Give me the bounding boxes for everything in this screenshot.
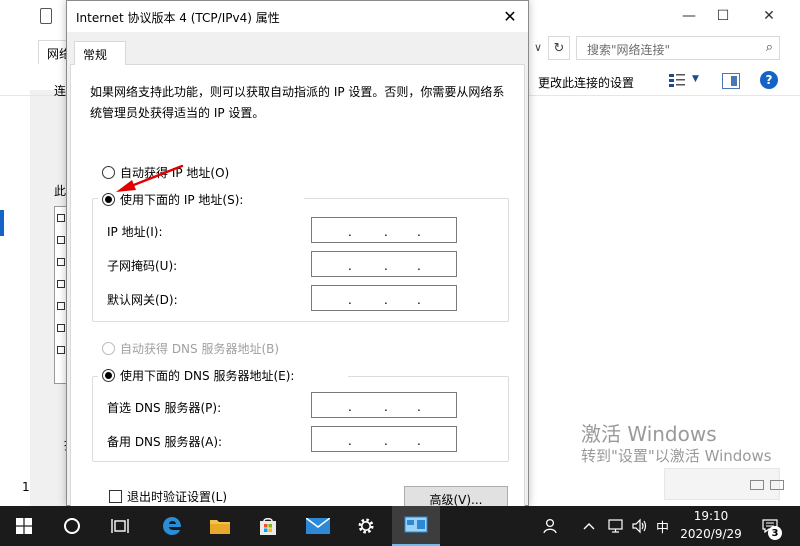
clock-time[interactable]: 19:10 <box>676 509 746 523</box>
left-label-2: 此 <box>54 184 67 198</box>
edge-icon <box>163 517 181 535</box>
alternate-dns-label: 备用 DNS 服务器(A): <box>107 435 223 449</box>
ime-indicator[interactable]: 中 <box>656 517 669 536</box>
tab-general[interactable]: 常规 <box>74 41 126 65</box>
refresh-button[interactable]: ↻ <box>548 36 570 60</box>
clock-date[interactable]: 2020/9/29 <box>676 527 746 541</box>
dns-manual-radio[interactable] <box>102 369 115 382</box>
file-explorer-taskbar-button[interactable] <box>196 506 244 546</box>
folder-icon <box>210 520 230 534</box>
accent-edge <box>0 210 4 236</box>
help-icon[interactable]: ? <box>760 71 778 89</box>
ipv4-properties-dialog: Internet 协议版本 4 (TCP/IPv4) 属性 ✕ 常规 如果网络支… <box>66 0 529 512</box>
gear-icon <box>358 518 374 534</box>
task-view-icon <box>111 519 129 533</box>
search-placeholder: 搜索"网络连接" <box>587 43 671 57</box>
task-view-button[interactable] <box>96 506 144 546</box>
close-button[interactable]: ✕ <box>746 0 792 32</box>
dns-manual-label[interactable]: 使用下面的 DNS 服务器地址(E): <box>120 367 294 384</box>
default-gateway-label: 默认网关(D): <box>107 293 178 307</box>
description-text: 如果网络支持此功能，则可以获取自动指派的 IP 设置。否则，你需要从网络系统管理… <box>90 85 505 120</box>
maximize-button[interactable]: ☐ <box>700 0 746 32</box>
search-taskbar-button[interactable] <box>48 506 96 546</box>
ip-address-field[interactable]: ... <box>311 217 457 243</box>
search-icon: ⌕ <box>765 40 773 55</box>
edge-taskbar-button[interactable] <box>148 506 196 546</box>
dialog-title: Internet 协议版本 4 (TCP/IPv4) 属性 <box>76 11 280 25</box>
volume-icon[interactable] <box>628 506 652 546</box>
general-tab-panel: 如果网络支持此功能，则可以获取自动指派的 IP 设置。否则，你需要从网络系统管理… <box>70 64 525 512</box>
address-history-dropdown[interactable]: ∨ <box>530 38 546 58</box>
alternate-dns-field[interactable]: ... <box>311 426 457 452</box>
dns-auto-radio[interactable] <box>102 342 115 355</box>
action-center-button[interactable] <box>752 506 788 546</box>
preferred-dns-label: 首选 DNS 服务器(P): <box>107 401 222 415</box>
change-connection-settings-button[interactable]: 更改此连接的设置 <box>538 74 634 91</box>
taskbar: 中 19:10 2020/9/29 3 <box>0 506 800 546</box>
show-hidden-icons-chevron-icon[interactable] <box>578 506 600 546</box>
network-icon <box>40 8 52 24</box>
store-bag-icon <box>260 518 276 535</box>
network-status-icon[interactable] <box>604 506 628 546</box>
windows-logo-icon <box>16 518 32 534</box>
item-count: 1 <box>22 480 30 494</box>
tiles-view-icon[interactable] <box>770 480 784 490</box>
mail-taskbar-button[interactable] <box>294 506 342 546</box>
preview-pane-icon[interactable] <box>722 73 740 89</box>
notification-count-badge: 3 <box>768 526 782 540</box>
mail-icon <box>306 518 330 534</box>
details-view-icon[interactable] <box>750 480 764 490</box>
left-label-1: 连 <box>54 84 67 98</box>
network-connections-taskbar-button[interactable] <box>392 506 440 546</box>
annotation-arrow-icon <box>116 164 184 192</box>
view-options-icon[interactable] <box>668 72 686 88</box>
activation-watermark-title: 激活 Windows <box>581 422 717 446</box>
dialog-close-button[interactable]: ✕ <box>492 1 528 32</box>
preferred-dns-field[interactable]: ... <box>311 392 457 418</box>
subnet-mask-field[interactable]: ... <box>311 251 457 277</box>
store-taskbar-button[interactable] <box>244 506 292 546</box>
cortana-circle-icon <box>64 518 80 534</box>
validate-on-exit-label[interactable]: 退出时验证设置(L) <box>127 488 227 505</box>
ip-address-label: IP 地址(I): <box>107 225 163 239</box>
network-connections-icon <box>404 516 428 533</box>
default-gateway-field[interactable]: ... <box>311 285 457 311</box>
people-icon[interactable] <box>534 506 568 546</box>
validate-on-exit-checkbox[interactable] <box>109 490 122 503</box>
view-dropdown-icon[interactable]: ▼ <box>692 74 699 84</box>
activation-watermark-subtitle: 转到"设置"以激活 Windows <box>581 447 772 465</box>
dialog-titlebar: Internet 协议版本 4 (TCP/IPv4) 属性 ✕ <box>67 1 528 32</box>
subnet-mask-label: 子网掩码(U): <box>107 259 178 273</box>
settings-taskbar-button[interactable] <box>342 506 390 546</box>
start-button[interactable] <box>0 506 48 546</box>
dns-auto-label[interactable]: 自动获得 DNS 服务器地址(B) <box>120 340 279 357</box>
search-box[interactable]: 搜索"网络连接" ⌕ <box>576 36 780 60</box>
